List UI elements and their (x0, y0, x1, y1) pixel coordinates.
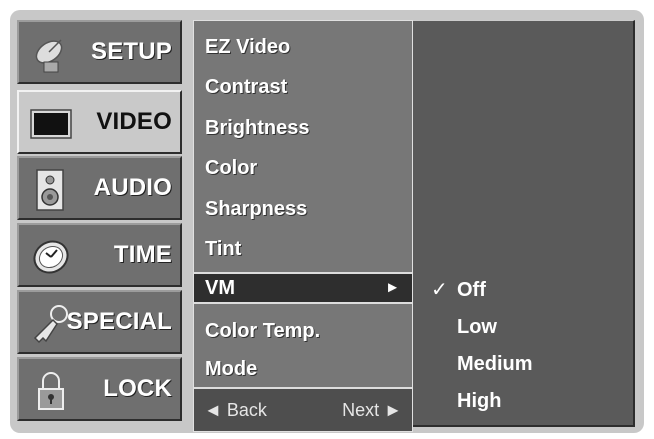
speaker-icon (36, 169, 64, 211)
screen-icon (30, 109, 72, 139)
next-button[interactable]: Next ► (342, 389, 402, 431)
submenu-item-off[interactable]: ✓ Off (413, 272, 633, 308)
sidebar-item-video[interactable]: VIDEO (17, 90, 182, 154)
vm-submenu: ✓ Off Low Medium High (413, 20, 635, 427)
sidebar-item-setup[interactable]: SETUP (17, 20, 182, 84)
menu-item-contrast[interactable]: Contrast (194, 67, 412, 107)
submenu-item-label: Off (457, 279, 486, 301)
sidebar-item-label: SPECIAL (66, 308, 172, 335)
sidebar-item-lock[interactable]: LOCK (17, 357, 182, 421)
menu-item-ez-video[interactable]: EZ Video (194, 27, 412, 67)
sidebar-item-label: TIME (113, 241, 172, 268)
menu-item-vm[interactable]: VM ► (194, 272, 412, 304)
checkmark-icon: ✓ (431, 279, 448, 301)
submenu-item-high[interactable]: High (413, 383, 633, 419)
sidebar-item-audio[interactable]: AUDIO (17, 156, 182, 220)
menu-item-sharpness[interactable]: Sharpness (194, 189, 412, 229)
satellite-dish-icon (35, 39, 63, 73)
menu-item-brightness[interactable]: Brightness (194, 108, 412, 148)
sidebar: SETUP VIDEO AUDIO TIME SPECIAL LOCK (17, 20, 182, 427)
menu-item-color-temp[interactable]: Color Temp. (194, 311, 412, 351)
menu-item-tint[interactable]: Tint (194, 229, 412, 269)
arrow-right-icon: ► (385, 279, 400, 296)
sidebar-item-special[interactable]: SPECIAL (17, 290, 182, 354)
menu-item-label: VM (205, 277, 235, 299)
menu-item-color[interactable]: Color (194, 148, 412, 188)
clock-icon (33, 240, 69, 274)
submenu-item-low[interactable]: Low (413, 309, 633, 345)
sidebar-item-label: SETUP (90, 38, 172, 65)
sidebar-item-time[interactable]: TIME (17, 223, 182, 287)
submenu-item-medium[interactable]: Medium (413, 346, 633, 382)
sidebar-item-label: LOCK (103, 375, 172, 402)
menu-item-mode[interactable]: Mode (194, 349, 412, 389)
padlock-icon (38, 372, 64, 410)
back-button[interactable]: ◄ Back (204, 389, 267, 431)
video-menu: EZ Video Contrast Brightness Color Sharp… (193, 20, 413, 432)
sidebar-item-label: VIDEO (96, 108, 172, 135)
menu-nav-bar: ◄ Back Next ► (194, 389, 412, 431)
sidebar-item-label: AUDIO (93, 174, 172, 201)
